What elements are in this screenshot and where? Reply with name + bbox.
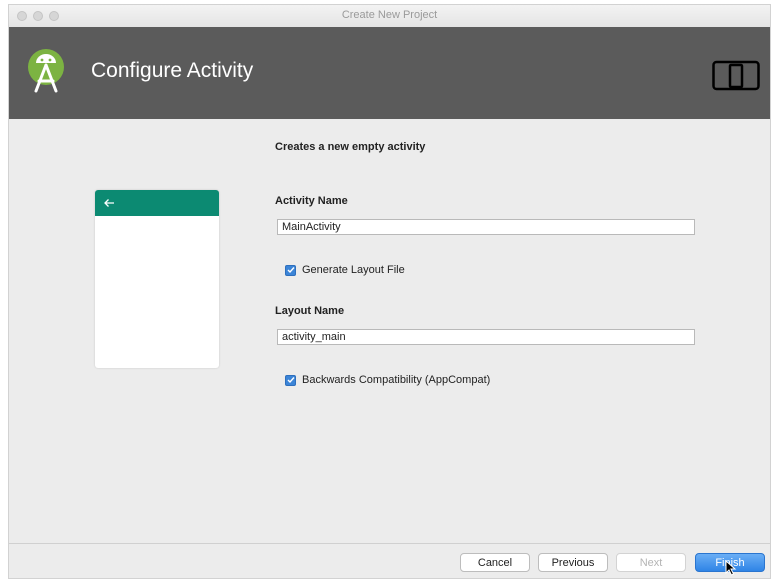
activity-name-input[interactable] — [277, 219, 695, 235]
preview-app-bar — [95, 190, 219, 216]
generate-layout-label: Generate Layout File — [302, 264, 405, 276]
cancel-button[interactable]: Cancel — [460, 553, 530, 572]
window-title: Create New Project — [341, 9, 438, 21]
layout-name-input[interactable] — [277, 329, 695, 345]
create-project-window: Create New Project Configure Activity Cr… — [8, 4, 771, 579]
page-title: Configure Activity — [91, 59, 254, 82]
generate-layout-checkbox[interactable] — [285, 264, 296, 276]
header-banner: Configure Activity — [9, 27, 770, 119]
previous-button[interactable]: Previous — [538, 553, 608, 572]
title-bar: Create New Project — [9, 5, 770, 28]
backwards-compat-label: Backwards Compatibility (AppCompat) — [302, 374, 491, 386]
dialog-footer: Cancel Previous Next Finish — [9, 543, 770, 578]
form-subtitle: Creates a new empty activity — [275, 141, 426, 153]
device-preview-icon — [712, 59, 760, 91]
activity-preview — [95, 190, 219, 368]
arrow-left-icon — [104, 199, 114, 207]
backwards-compat-row[interactable]: Backwards Compatibility (AppCompat) — [285, 374, 490, 386]
layout-name-label: Layout Name — [275, 305, 345, 317]
checkmark-icon — [287, 377, 295, 384]
generate-layout-row[interactable]: Generate Layout File — [285, 264, 405, 276]
next-button[interactable]: Next — [616, 553, 686, 572]
backwards-compat-checkbox[interactable] — [285, 374, 296, 386]
android-studio-logo-icon — [24, 47, 68, 95]
mouse-cursor-icon — [725, 560, 737, 576]
checkmark-icon — [287, 267, 295, 274]
activity-name-label: Activity Name — [275, 195, 348, 207]
